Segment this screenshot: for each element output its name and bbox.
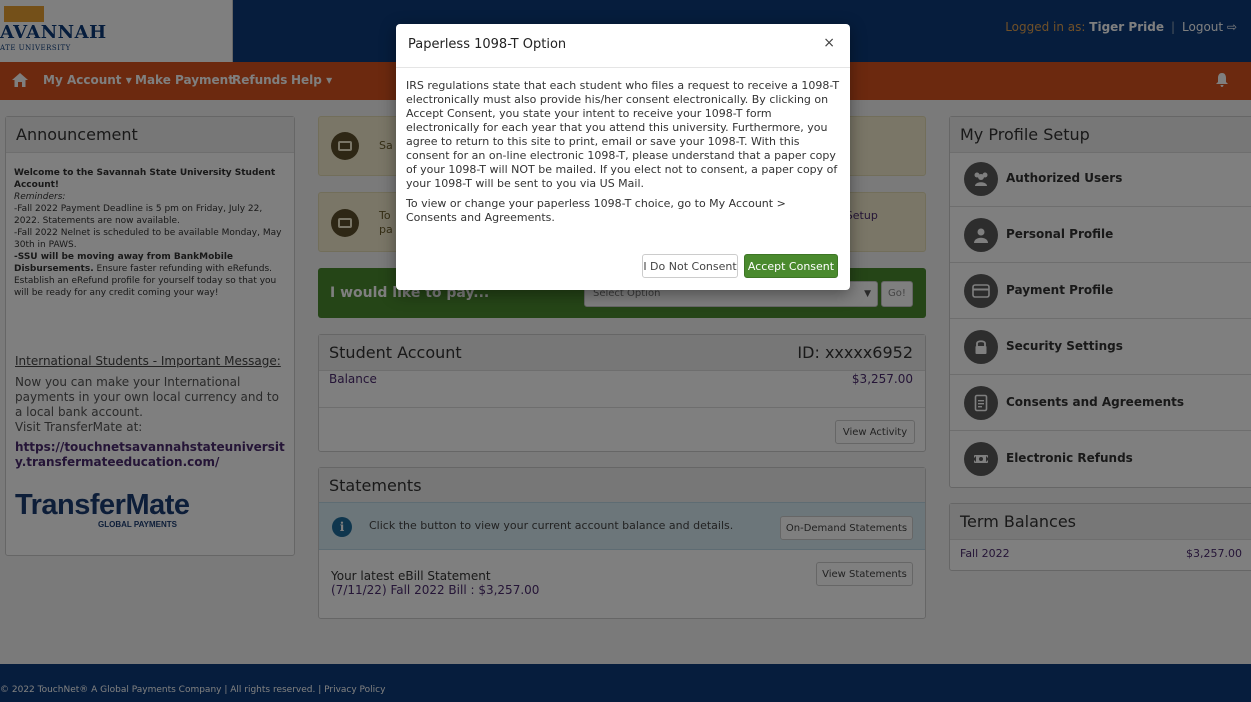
modal-paragraph-2: To view or change your paperless 1098-T … (406, 197, 786, 224)
modal-divider (396, 67, 850, 68)
modal-body: IRS regulations state that each student … (406, 79, 840, 231)
accept-consent-button[interactable]: Accept Consent (744, 254, 838, 278)
close-icon[interactable]: × (823, 35, 835, 51)
paperless-1098t-modal: Paperless 1098-T Option × IRS regulation… (396, 24, 850, 290)
modal-title: Paperless 1098-T Option (408, 37, 567, 52)
do-not-consent-button[interactable]: I Do Not Consent (642, 254, 738, 278)
modal-paragraph-1: IRS regulations state that each student … (406, 79, 840, 190)
